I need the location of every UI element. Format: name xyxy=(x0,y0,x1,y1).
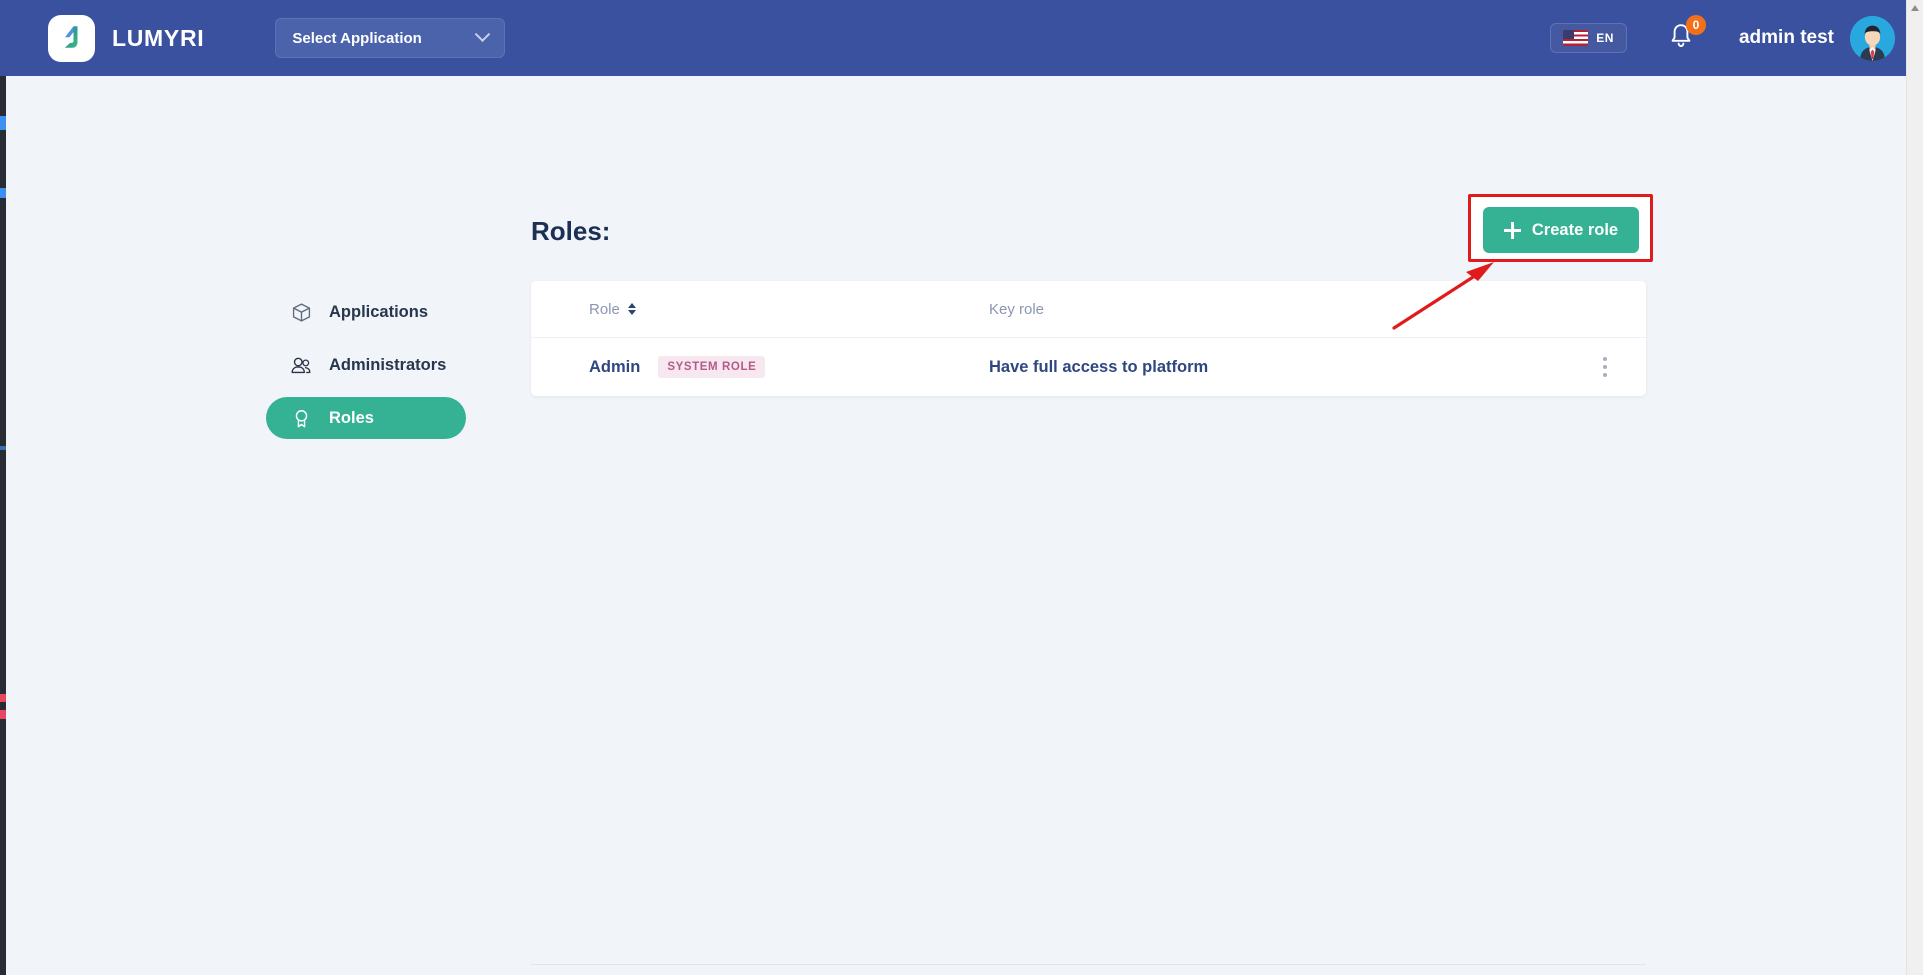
page-content: Roles: Applications Administrators Roles… xyxy=(6,76,1901,975)
create-role-button[interactable]: Create role xyxy=(1483,207,1639,253)
users-icon xyxy=(290,354,312,376)
status-badge: SYSTEM ROLE xyxy=(658,356,766,378)
sidebar-item-label: Applications xyxy=(329,302,429,321)
application-select-label: Select Application xyxy=(292,29,422,47)
notifications-button[interactable]: 0 xyxy=(1667,15,1706,55)
topbar-right-cluster: EN 0 admin test xyxy=(1550,15,1895,61)
gutter-mark xyxy=(0,710,6,719)
sidebar-item-applications[interactable]: Applications xyxy=(266,291,466,333)
more-vertical-icon[interactable] xyxy=(1582,357,1628,377)
cell-key-role: Have full access to platform xyxy=(989,357,1209,376)
page-scrollbar[interactable] xyxy=(1906,0,1923,975)
gutter-mark xyxy=(0,188,6,198)
sidebar-item-administrators[interactable]: Administrators xyxy=(266,344,466,386)
column-header-key-role: Key role xyxy=(989,301,1646,318)
editor-gutter-strip xyxy=(0,76,6,975)
language-selector[interactable]: EN xyxy=(1550,23,1627,53)
user-avatar-icon[interactable] xyxy=(1850,15,1895,61)
cell-role: Admin SYSTEM ROLE xyxy=(589,356,989,378)
red-arrow-pointer xyxy=(1392,262,1494,330)
gutter-mark xyxy=(0,116,6,130)
top-app-bar: LUMYRI Select Application EN 0 admin tes… xyxy=(0,0,1923,76)
lumyri-logo-icon xyxy=(48,14,95,62)
role-name: Admin xyxy=(589,357,641,376)
chevron-down-icon xyxy=(475,25,491,42)
award-icon xyxy=(290,407,312,429)
brand-block[interactable]: LUMYRI xyxy=(48,14,205,62)
table-row[interactable]: Admin SYSTEM ROLE Have full access to pl… xyxy=(531,338,1646,396)
gutter-mark xyxy=(0,446,6,450)
sidebar-item-roles[interactable]: Roles xyxy=(266,397,466,439)
notification-count-badge: 0 xyxy=(1685,15,1706,35)
column-header-label: Role xyxy=(589,300,620,318)
footer-divider xyxy=(531,964,1646,965)
application-select-dropdown[interactable]: Select Application xyxy=(275,18,506,58)
brand-name: LUMYRI xyxy=(112,24,205,51)
sidebar-item-label: Administrators xyxy=(329,355,447,374)
create-role-label: Create role xyxy=(1531,220,1619,239)
sidebar-item-label: Roles xyxy=(329,408,374,427)
sort-arrows-icon[interactable] xyxy=(627,303,636,315)
us-flag-icon xyxy=(1563,30,1589,46)
gutter-mark xyxy=(0,694,6,702)
package-icon xyxy=(290,301,312,323)
plus-icon xyxy=(1503,221,1521,239)
user-name-label[interactable]: admin test xyxy=(1739,27,1834,49)
scroll-up-arrow-icon[interactable] xyxy=(1911,5,1919,11)
language-code: EN xyxy=(1596,31,1614,45)
page-title: Roles: xyxy=(531,216,611,246)
column-header-label: Key role xyxy=(989,300,1045,318)
column-header-role[interactable]: Role xyxy=(589,301,989,318)
section-sidebar: Applications Administrators Roles xyxy=(266,291,466,450)
